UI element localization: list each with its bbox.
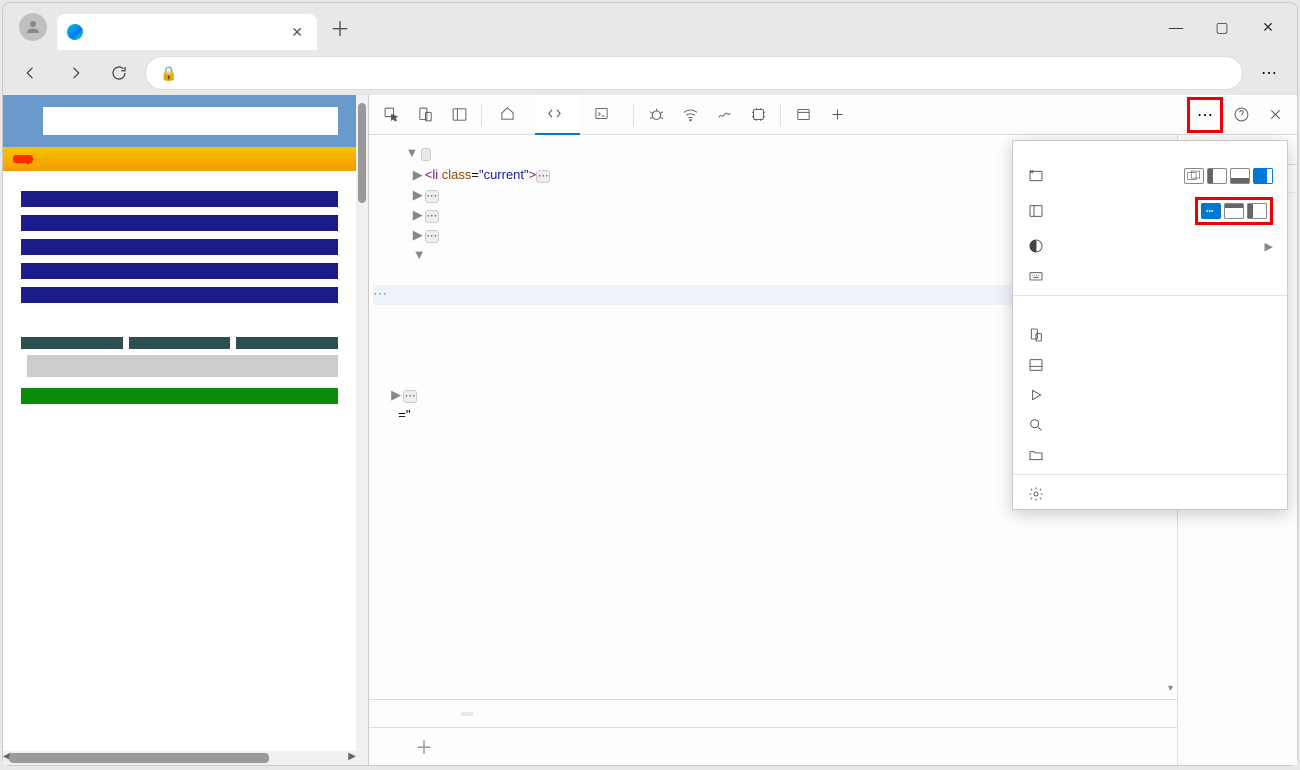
crumb-a[interactable] <box>461 712 473 716</box>
browser-tab[interactable]: ✕ <box>57 14 317 50</box>
keyboard-icon <box>1027 267 1045 285</box>
folder-icon <box>1027 446 1045 464</box>
themes-icon <box>1027 237 1045 255</box>
category-horses[interactable] <box>21 263 338 279</box>
donate-button[interactable] <box>21 388 338 404</box>
toggle-quickview-row[interactable] <box>1013 350 1287 380</box>
main-navigation <box>3 147 356 171</box>
page-viewport: ◀▶ <box>3 95 368 765</box>
site-header <box>3 95 356 147</box>
window-close-button[interactable]: ✕ <box>1245 7 1291 47</box>
vertical-scrollbar[interactable] <box>356 95 368 765</box>
reload-button[interactable] <box>101 55 137 91</box>
activity-default-option[interactable] <box>1201 203 1221 219</box>
amount-100-button[interactable] <box>129 337 231 349</box>
forward-button[interactable] <box>57 55 93 91</box>
dock-location-row[interactable] <box>1013 161 1287 191</box>
inspect-element-icon[interactable] <box>375 99 407 131</box>
device-icon <box>1027 326 1045 344</box>
lock-icon: 🔒 <box>160 65 177 82</box>
activity-top-option[interactable] <box>1224 203 1244 219</box>
amount-50-button[interactable] <box>21 337 123 349</box>
activity-bar-row[interactable] <box>1013 191 1287 231</box>
shortcuts-row[interactable] <box>1013 261 1287 291</box>
quicklinks-heading <box>1013 300 1287 320</box>
drawer-add-icon[interactable]: ＋ <box>415 734 433 760</box>
category-cats[interactable] <box>21 191 338 207</box>
network-conditions-icon[interactable] <box>674 99 706 131</box>
browser-toolbar: 🔒 ⋯ <box>3 51 1297 95</box>
tab-console[interactable] <box>582 95 627 135</box>
gear-icon <box>1027 485 1045 503</box>
customize-heading <box>1013 141 1287 161</box>
open-file-row[interactable] <box>1013 440 1287 470</box>
activity-bar-icon <box>1027 202 1045 220</box>
customize-menu: ▶ <box>1012 140 1288 510</box>
profile-avatar[interactable] <box>19 13 47 41</box>
breadcrumb[interactable] <box>369 699 1177 727</box>
help-icon[interactable] <box>1225 99 1257 131</box>
run-command-row[interactable] <box>1013 380 1287 410</box>
devtools-toolbar: ⋯ <box>369 95 1297 135</box>
close-devtools-icon[interactable] <box>1259 99 1291 131</box>
address-bar[interactable]: 🔒 <box>145 56 1243 90</box>
more-tabs-icon[interactable] <box>787 99 819 131</box>
new-tab-button[interactable]: ＋ <box>323 10 357 44</box>
category-list <box>3 171 356 323</box>
activity-left-option[interactable] <box>1247 203 1267 219</box>
device-toggle-icon[interactable] <box>409 99 441 131</box>
devtools-more-button[interactable]: ⋯ <box>1187 97 1223 133</box>
dock-icon <box>1027 167 1045 185</box>
dock-bottom-option[interactable] <box>1230 168 1250 184</box>
nav-adopt[interactable] <box>41 155 61 163</box>
browser-menu-button[interactable]: ⋯ <box>1251 55 1287 91</box>
dock-undock-option[interactable] <box>1184 168 1204 184</box>
nav-donate[interactable] <box>69 155 89 163</box>
search-input[interactable] <box>43 107 338 135</box>
panel-icon <box>1027 356 1045 374</box>
amount-200-button[interactable] <box>236 337 338 349</box>
window-maximize-button[interactable]: ▢ <box>1199 7 1245 47</box>
search-icon <box>1027 416 1045 434</box>
row-actions-icon[interactable]: ⋯ <box>373 283 387 303</box>
dock-left-option[interactable] <box>1207 168 1227 184</box>
activity-bar-options-highlight <box>1195 197 1273 225</box>
search-row[interactable] <box>1013 410 1287 440</box>
settings-row[interactable] <box>1013 479 1287 509</box>
chevron-right-icon: ▶ <box>1265 240 1273 253</box>
tab-elements[interactable] <box>535 95 580 135</box>
play-icon <box>1027 386 1045 404</box>
window-minimize-button[interactable]: ― <box>1153 7 1199 47</box>
tab-welcome[interactable] <box>488 95 533 135</box>
device-emulation-row[interactable] <box>1013 320 1287 350</box>
category-alpacas[interactable] <box>21 287 338 303</box>
dock-side-icon[interactable] <box>443 99 475 131</box>
themes-row[interactable]: ▶ <box>1013 231 1287 261</box>
category-dogs[interactable] <box>21 215 338 231</box>
browser-titlebar: ✕ ＋ ― ▢ ✕ <box>3 3 1297 51</box>
nav-home[interactable] <box>13 155 33 163</box>
tab-close-icon[interactable]: ✕ <box>287 24 307 41</box>
edge-favicon-icon <box>67 24 83 40</box>
nav-about[interactable] <box>125 155 145 163</box>
performance-icon[interactable] <box>708 99 740 131</box>
dock-right-option[interactable] <box>1253 168 1273 184</box>
horizontal-scrollbar[interactable]: ◀▶ <box>3 751 356 765</box>
nav-jobs[interactable] <box>97 155 117 163</box>
donation-form <box>3 323 356 440</box>
memory-icon[interactable] <box>742 99 774 131</box>
category-sheep[interactable] <box>21 239 338 255</box>
back-button[interactable] <box>13 55 49 91</box>
add-tab-icon[interactable] <box>821 99 853 131</box>
bug-icon[interactable] <box>640 99 672 131</box>
devtools-drawer: ＋ <box>369 727 1177 765</box>
other-amount-input[interactable] <box>27 355 338 377</box>
